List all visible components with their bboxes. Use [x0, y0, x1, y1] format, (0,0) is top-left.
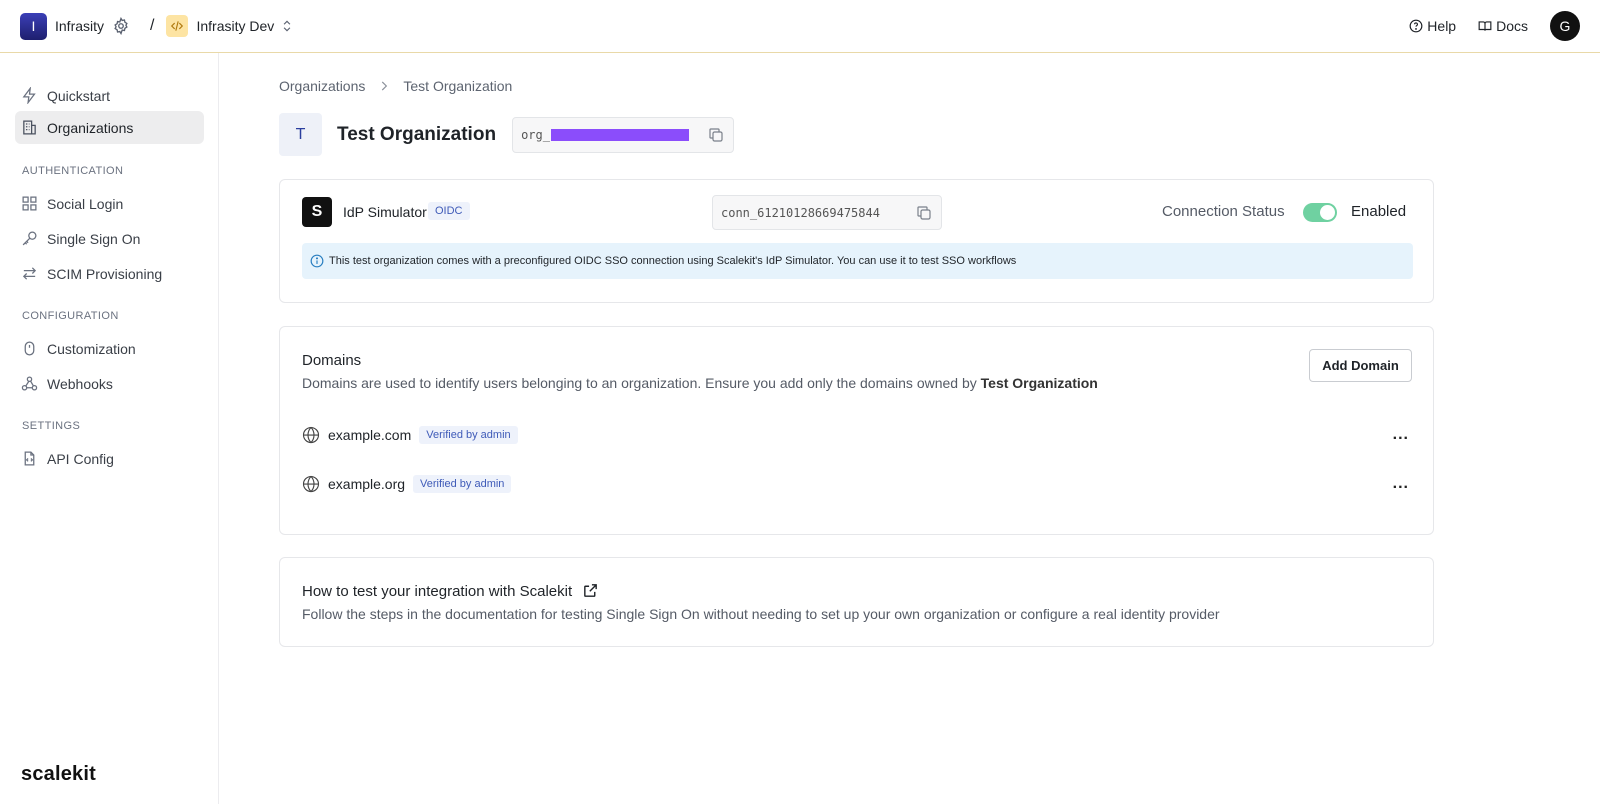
user-avatar[interactable]: G — [1550, 11, 1580, 41]
sidebar-item-label: Webhooks — [47, 375, 113, 392]
sidebar-item-label: Customization — [47, 340, 136, 357]
org-id-prefix: org_ — [521, 127, 550, 142]
breadcrumb-organizations[interactable]: Organizations — [279, 78, 365, 94]
breadcrumb-separator: / — [150, 17, 155, 34]
sidebar-item-customization[interactable]: Customization — [15, 332, 204, 365]
section-authentication: AUTHENTICATION — [22, 165, 124, 177]
arrows-icon — [22, 267, 37, 280]
file-code-icon — [24, 451, 35, 466]
lightning-icon — [22, 87, 36, 104]
webhook-icon — [21, 376, 38, 391]
howto-description: Follow the steps in the documentation fo… — [302, 606, 1220, 622]
sidebar-item-single-sign-on[interactable]: Single Sign On — [15, 222, 204, 255]
help-link[interactable]: Help — [1409, 18, 1456, 34]
connection-card: S IdP Simulator OIDC conn_61210128669475… — [279, 179, 1434, 303]
section-settings: SETTINGS — [22, 420, 81, 432]
info-icon — [310, 254, 324, 268]
sidebar-item-label: Single Sign On — [47, 230, 141, 247]
docs-link[interactable]: Docs — [1478, 18, 1528, 34]
howto-card: How to test your integration with Scalek… — [279, 557, 1434, 647]
sidebar-item-scim-provisioning[interactable]: SCIM Provisioning — [15, 257, 204, 290]
verified-badge: Verified by admin — [413, 475, 512, 493]
copy-icon[interactable] — [915, 204, 933, 222]
domain-name: example.org — [328, 476, 406, 492]
help-icon — [1409, 19, 1423, 33]
idp-name[interactable]: IdP Simulator — [343, 204, 427, 220]
environment-name[interactable]: Infrasity Dev — [196, 18, 274, 34]
connection-id: conn_61210128669475844 — [721, 205, 880, 220]
globe-icon — [302, 426, 320, 444]
domain-name: example.com — [328, 427, 412, 443]
connection-status-label: Connection Status — [1162, 203, 1285, 220]
domain-row: example.com Verified by admin ... — [302, 424, 1413, 446]
top-bar: I Infrasity / Infrasity Dev Help Docs G — [0, 0, 1600, 53]
workspace-name[interactable]: Infrasity — [55, 18, 104, 34]
verified-badge: Verified by admin — [419, 426, 518, 444]
sidebar-item-quickstart[interactable]: Quickstart — [15, 79, 204, 112]
docs-label: Docs — [1496, 18, 1528, 34]
chevron-right-icon — [377, 79, 391, 93]
book-icon — [1478, 21, 1492, 31]
domains-title: Domains — [302, 352, 362, 369]
code-icon — [166, 15, 189, 37]
idp-logo: S — [302, 197, 332, 227]
brand-logo: scalekit — [21, 763, 96, 785]
howto-title[interactable]: How to test your integration with Scalek… — [302, 582, 599, 600]
mouse-icon — [24, 341, 35, 356]
redacted-org-id — [550, 128, 689, 141]
building-icon — [23, 120, 36, 135]
sidebar-item-webhooks[interactable]: Webhooks — [15, 367, 204, 400]
connection-status-toggle[interactable] — [1303, 203, 1337, 222]
sidebar: Quickstart Organizations AUTHENTICATION … — [0, 53, 219, 804]
breadcrumb: Organizations Test Organization — [279, 78, 512, 94]
external-link-icon[interactable] — [582, 582, 599, 599]
sidebar-item-social-login[interactable]: Social Login — [15, 187, 204, 220]
section-configuration: CONFIGURATION — [22, 310, 119, 322]
page-title: Test Organization — [337, 123, 497, 145]
org-id-field: org_ — [512, 116, 735, 153]
workspace-avatar[interactable]: I — [20, 12, 47, 40]
sidebar-item-api-config[interactable]: API Config — [15, 442, 204, 475]
info-banner: This test organization comes with a prec… — [302, 243, 1413, 279]
sidebar-item-label: Organizations — [47, 119, 134, 136]
more-options-button[interactable]: ... — [1393, 475, 1413, 493]
domains-description: Domains are used to identify users belon… — [302, 375, 1098, 391]
org-header: T Test Organization org_ — [279, 113, 735, 156]
info-text: This test organization comes with a prec… — [329, 255, 1017, 267]
breadcrumb-current: Test Organization — [403, 78, 513, 94]
connection-status-value: Enabled — [1351, 203, 1407, 220]
help-label: Help — [1427, 18, 1457, 34]
domain-row: example.org Verified by admin ... — [302, 473, 1413, 495]
add-domain-button[interactable]: Add Domain — [1309, 349, 1412, 382]
sidebar-item-label: Social Login — [47, 195, 124, 212]
gear-icon[interactable] — [112, 17, 130, 35]
key-icon — [22, 231, 37, 246]
sidebar-item-label: Quickstart — [47, 87, 111, 104]
grid-icon — [22, 196, 37, 211]
sidebar-item-label: API Config — [47, 450, 114, 467]
more-options-button[interactable]: ... — [1393, 426, 1413, 444]
protocol-badge: OIDC — [428, 202, 470, 220]
sidebar-item-label: SCIM Provisioning — [47, 265, 163, 282]
sidebar-item-organizations[interactable]: Organizations — [15, 111, 204, 144]
domains-card: Domains Domains are used to identify use… — [279, 326, 1434, 535]
chevron-updown-icon[interactable] — [280, 19, 294, 33]
globe-icon — [302, 475, 320, 493]
org-avatar: T — [279, 113, 322, 156]
connection-id-field: conn_61210128669475844 — [712, 195, 942, 230]
copy-icon[interactable] — [707, 126, 725, 144]
